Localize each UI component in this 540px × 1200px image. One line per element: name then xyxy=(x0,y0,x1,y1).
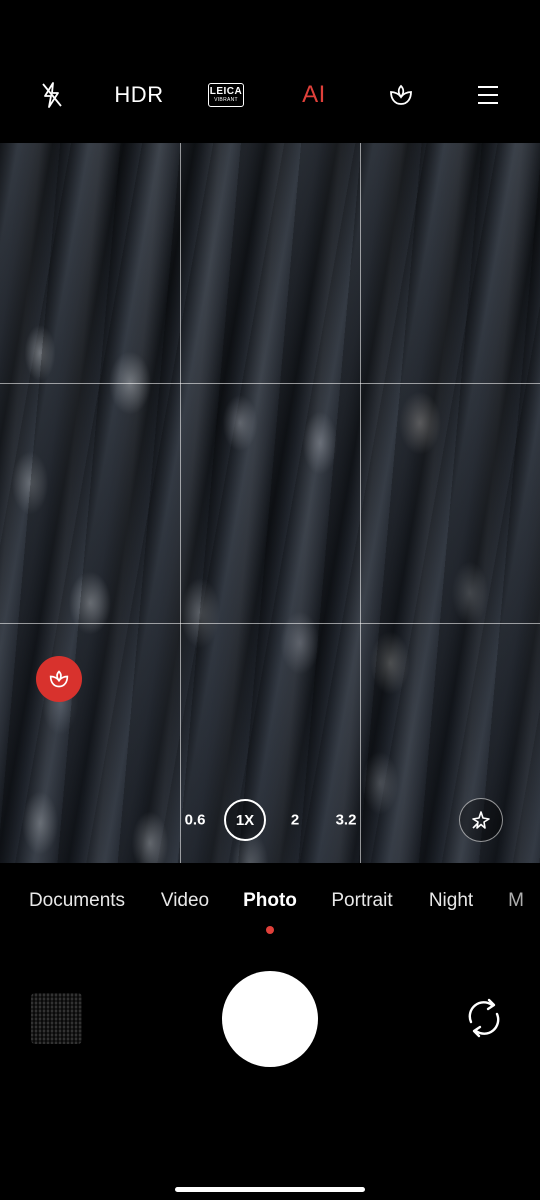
zoom-1x[interactable]: 1X xyxy=(224,799,266,841)
zoom-3-2[interactable]: 3.2 xyxy=(336,812,357,829)
mode-portrait[interactable]: Portrait xyxy=(331,890,392,912)
menu-icon xyxy=(478,86,498,104)
mode-documents[interactable]: Documents xyxy=(29,890,125,912)
top-bar: HDR LEICA VIBRANT AI xyxy=(0,0,540,143)
camera-viewfinder[interactable] xyxy=(0,143,540,863)
mode-selector: Documents Video Photo Portrait Night M xyxy=(0,890,540,920)
mode-night[interactable]: Night xyxy=(429,890,473,912)
flip-camera-button[interactable] xyxy=(462,996,506,1040)
hdr-toggle[interactable]: HDR xyxy=(114,82,163,108)
flash-off-icon xyxy=(42,82,62,108)
mode-video[interactable]: Video xyxy=(161,890,209,912)
active-mode-indicator xyxy=(266,926,274,934)
leica-badge: LEICA VIBRANT xyxy=(208,83,244,107)
viewfinder-image xyxy=(0,143,540,863)
beauty-icon xyxy=(390,84,412,105)
home-indicator[interactable] xyxy=(175,1187,365,1192)
sparkle-icon xyxy=(472,811,490,829)
flip-camera-icon xyxy=(468,998,500,1038)
ai-beauty-button[interactable] xyxy=(36,656,82,702)
grid-line xyxy=(0,623,540,624)
leica-style-label: VIBRANT xyxy=(214,97,238,103)
beauty-button[interactable] xyxy=(388,83,414,107)
mode-photo[interactable]: Photo xyxy=(243,890,297,912)
shutter-button[interactable] xyxy=(222,971,318,1067)
mode-more[interactable]: M xyxy=(508,890,524,912)
grid-line xyxy=(180,143,181,863)
beauty-icon xyxy=(49,670,69,688)
flash-toggle[interactable] xyxy=(40,81,64,109)
grid-line xyxy=(360,143,361,863)
ai-toggle[interactable]: AI xyxy=(302,81,326,109)
zoom-0-6[interactable]: 0.6 xyxy=(185,812,206,829)
gallery-thumbnail[interactable] xyxy=(31,993,82,1044)
magic-button[interactable] xyxy=(459,798,503,842)
leica-label: LEICA xyxy=(209,86,243,97)
grid-line xyxy=(0,383,540,384)
menu-button[interactable] xyxy=(477,85,499,105)
zoom-2[interactable]: 2 xyxy=(291,812,299,829)
leica-style-button[interactable]: LEICA VIBRANT xyxy=(208,83,244,107)
